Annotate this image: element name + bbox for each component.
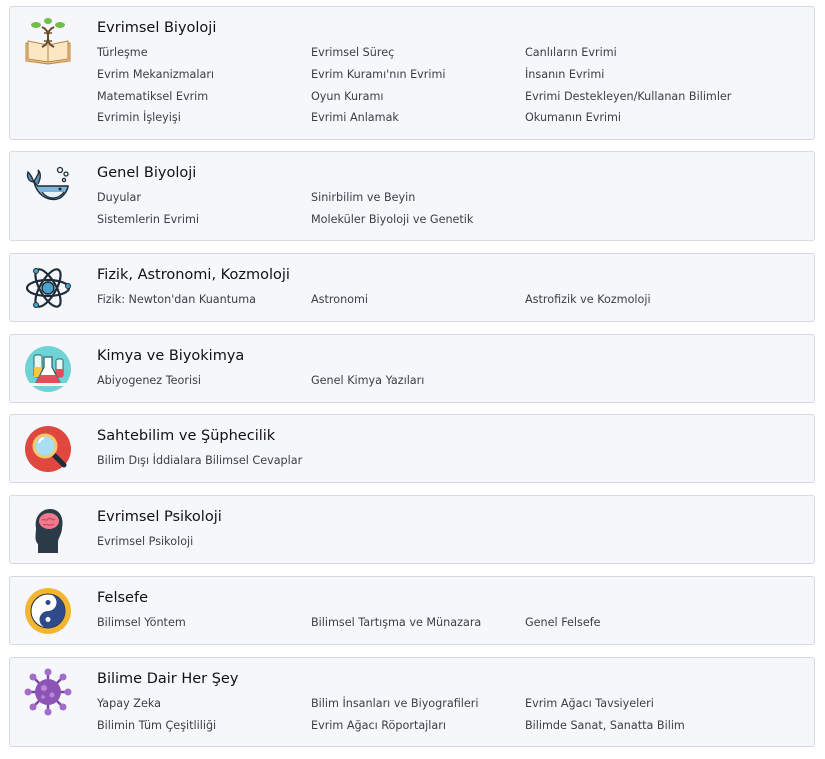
category-link[interactable]: Bilimsel Yöntem xyxy=(97,616,186,630)
category-link[interactable]: Bilim İnsanları ve Biyografileri xyxy=(311,697,478,711)
category-link[interactable]: Astronomi xyxy=(311,293,368,307)
category-title[interactable]: Felsefe xyxy=(97,589,148,607)
category-link[interactable]: Evrimi Anlamak xyxy=(311,111,399,125)
category-link[interactable]: Bilimde Sanat, Sanatta Bilim xyxy=(525,719,685,733)
category-link[interactable]: Evrim Mekanizmaları xyxy=(97,68,214,82)
whale-icon xyxy=(24,164,72,212)
category-link[interactable]: Abiyogenez Teorisi xyxy=(97,374,201,388)
category-title[interactable]: Genel Biyoloji xyxy=(97,164,196,182)
category-link[interactable]: Türleşme xyxy=(97,46,148,60)
category-link[interactable]: Sinirbilim ve Beyin xyxy=(311,191,415,205)
category-title[interactable]: Fizik, Astronomi, Kozmoloji xyxy=(97,266,290,284)
category-link[interactable]: Duyular xyxy=(97,191,141,205)
category-card-evrimsel-biyoloji: Evrimsel Biyoloji Türleşme Evrimsel Süre… xyxy=(9,6,815,140)
category-card-evrimsel-psikoloji: Evrimsel Psikoloji Evrimsel Psikoloji xyxy=(9,495,815,564)
category-card-sahtebilim: Sahtebilim ve Şüphecilik Bilim Dışı İddi… xyxy=(9,414,815,483)
category-title[interactable]: Evrimsel Biyoloji xyxy=(97,19,216,37)
category-title[interactable]: Sahtebilim ve Şüphecilik xyxy=(97,427,275,445)
category-link[interactable]: Astrofizik ve Kozmoloji xyxy=(525,293,651,307)
category-link[interactable]: Canlıların Evrimi xyxy=(525,46,617,60)
category-list: Evrimsel Biyoloji Türleşme Evrimsel Süre… xyxy=(0,0,825,759)
category-link[interactable]: Evrim Ağacı Röportajları xyxy=(311,719,446,733)
category-link[interactable]: Okumanın Evrimi xyxy=(525,111,621,125)
category-link[interactable]: Bilimin Tüm Çeşitliliği xyxy=(97,719,216,733)
category-link[interactable]: Moleküler Biyoloji ve Genetik xyxy=(311,213,473,227)
category-link[interactable]: Yapay Zeka xyxy=(97,697,161,711)
category-link[interactable]: İnsanın Evrimi xyxy=(525,68,604,82)
category-title[interactable]: Kimya ve Biyokimya xyxy=(97,347,244,365)
category-card-felsefe: Felsefe Bilimsel Yöntem Bilimsel Tartışm… xyxy=(9,576,815,645)
category-card-kimya: Kimya ve Biyokimya Abiyogenez Teorisi Ge… xyxy=(9,334,815,403)
magnifier-icon xyxy=(24,425,72,473)
category-link[interactable]: Evrimin İşleyişi xyxy=(97,111,181,125)
category-link[interactable]: Sistemlerin Evrimi xyxy=(97,213,199,227)
category-card-genel-biyoloji: Genel Biyoloji Duyular Sinirbilim ve Bey… xyxy=(9,151,815,241)
category-link[interactable]: Evrim Ağacı Tavsiyeleri xyxy=(525,697,654,711)
category-link[interactable]: Fizik: Newton'dan Kuantuma xyxy=(97,293,256,307)
category-title[interactable]: Evrimsel Psikoloji xyxy=(97,508,222,526)
head-brain-icon xyxy=(24,506,72,554)
category-link[interactable]: Evrim Kuramı'nın Evrimi xyxy=(311,68,446,82)
chemistry-flask-icon xyxy=(24,345,72,393)
category-link[interactable]: Evrimsel Psikoloji xyxy=(97,535,193,549)
atom-icon xyxy=(24,264,72,312)
category-link[interactable]: Matematiksel Evrim xyxy=(97,90,208,104)
category-link[interactable]: Genel Kimya Yazıları xyxy=(311,374,424,388)
category-link[interactable]: Bilimsel Tartışma ve Münazara xyxy=(311,616,481,630)
category-link[interactable]: Evrimsel Süreç xyxy=(311,46,394,60)
yin-yang-icon xyxy=(24,587,72,635)
virus-icon xyxy=(24,668,72,716)
category-link[interactable]: Bilim Dışı İddialara Bilimsel Cevaplar xyxy=(97,454,302,468)
evolution-book-icon xyxy=(24,17,72,65)
category-card-fizik: Fizik, Astronomi, Kozmoloji Fizik: Newto… xyxy=(9,253,815,322)
category-link[interactable]: Evrimi Destekleyen/Kullanan Bilimler xyxy=(525,90,731,104)
category-link[interactable]: Oyun Kuramı xyxy=(311,90,384,104)
category-title[interactable]: Bilime Dair Her Şey xyxy=(97,670,238,688)
category-card-bilime-dair: Bilime Dair Her Şey Yapay Zeka Bilim İns… xyxy=(9,657,815,747)
category-link[interactable]: Genel Felsefe xyxy=(525,616,601,630)
